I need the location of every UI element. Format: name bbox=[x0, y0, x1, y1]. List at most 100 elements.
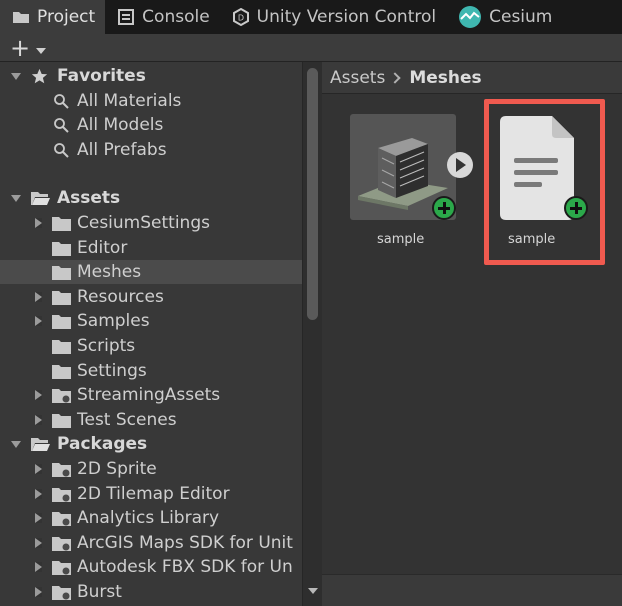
tab-project[interactable]: Project bbox=[0, 0, 106, 34]
folder-icon bbox=[52, 217, 71, 231]
package-folder-icon bbox=[52, 512, 71, 526]
tree-asset-folder[interactable]: Test Scenes bbox=[0, 408, 302, 432]
tree-asset-folder[interactable]: Scripts bbox=[0, 334, 302, 358]
tab-cesium[interactable]: Cesium bbox=[446, 0, 562, 34]
tree-favorites[interactable]: Favorites bbox=[0, 64, 302, 88]
tree-folder-label: CesiumSettings bbox=[77, 213, 210, 233]
tab-console-label: Console bbox=[142, 7, 210, 27]
tab-cesium-label: Cesium bbox=[489, 7, 553, 27]
cesium-icon bbox=[459, 6, 482, 28]
expand-arrow-icon[interactable] bbox=[35, 218, 42, 228]
search-icon bbox=[54, 118, 69, 133]
tree-asset-folder[interactable]: CesiumSettings bbox=[0, 211, 302, 235]
tab-console[interactable]: Console bbox=[105, 0, 220, 34]
expand-arrow-icon[interactable] bbox=[35, 390, 42, 400]
selection-highlight bbox=[484, 99, 605, 265]
scroll-down-icon[interactable] bbox=[308, 588, 318, 594]
chevron-down-icon[interactable] bbox=[36, 48, 46, 54]
tree-folder-label: Test Scenes bbox=[77, 410, 177, 430]
plus-icon[interactable]: + bbox=[10, 36, 30, 60]
tree-folder-label: Resources bbox=[77, 287, 164, 307]
tree-favorite-item[interactable]: All Models bbox=[0, 113, 302, 137]
tree-asset-folder[interactable]: Editor bbox=[0, 236, 302, 260]
tree-folder-label: Samples bbox=[77, 311, 150, 331]
folder-icon bbox=[13, 12, 29, 23]
folder-open-icon bbox=[31, 192, 50, 205]
tree-package-label: 2D Tilemap Editor bbox=[77, 484, 230, 504]
tree-asset-folder[interactable]: StreamingAssets bbox=[0, 383, 302, 407]
tree-scrollbar[interactable] bbox=[302, 62, 322, 606]
tree-package[interactable]: 2D Tilemap Editor bbox=[0, 482, 302, 506]
tree-favorite-label: All Models bbox=[77, 115, 164, 135]
tree-favorite-label: All Prefabs bbox=[77, 140, 167, 160]
tree-package-label: Autodesk FBX SDK for Un bbox=[77, 557, 293, 577]
expand-arrow-icon[interactable] bbox=[35, 587, 42, 597]
tree-folder-label: Settings bbox=[77, 361, 147, 381]
tree-assets-label: Assets bbox=[57, 188, 121, 208]
project-toolbar: + bbox=[0, 34, 622, 62]
tree-packages[interactable]: Packages bbox=[0, 432, 302, 456]
folder-icon bbox=[52, 242, 71, 256]
tree-assets[interactable]: Assets bbox=[0, 186, 302, 210]
tree-favorites-label: Favorites bbox=[57, 66, 146, 86]
tree-asset-folder[interactable]: Meshes bbox=[0, 260, 302, 284]
expand-arrow-icon[interactable] bbox=[11, 441, 21, 448]
tree-favorite-item[interactable]: All Prefabs bbox=[0, 138, 302, 162]
search-icon bbox=[54, 143, 69, 158]
expand-arrow-icon[interactable] bbox=[11, 195, 21, 202]
expand-arrow-icon[interactable] bbox=[35, 292, 42, 302]
folder-icon bbox=[52, 291, 71, 305]
folder-icon bbox=[52, 414, 71, 428]
package-folder-icon bbox=[52, 537, 71, 551]
tab-project-label: Project bbox=[37, 7, 96, 27]
package-folder-icon bbox=[52, 586, 71, 600]
expand-arrow-icon[interactable] bbox=[35, 316, 42, 326]
folder-icon bbox=[52, 266, 71, 280]
scrollbar-thumb[interactable] bbox=[307, 68, 318, 320]
tree-favorite-label: All Materials bbox=[77, 91, 182, 111]
tree-asset-folder[interactable]: Settings bbox=[0, 359, 302, 383]
tree-folder-label: Meshes bbox=[77, 262, 142, 282]
folder-icon bbox=[52, 365, 71, 379]
expand-arrow-icon[interactable] bbox=[35, 415, 42, 425]
expand-play-icon[interactable] bbox=[447, 152, 473, 178]
expand-arrow-icon[interactable] bbox=[35, 538, 42, 548]
asset-browser: Assets Meshes sample sample bbox=[322, 62, 622, 606]
tree-folder-label: StreamingAssets bbox=[77, 385, 221, 405]
tree-folder-label: Editor bbox=[77, 238, 128, 258]
tree-package[interactable]: Autodesk FBX SDK for Un bbox=[0, 555, 302, 579]
svg-text:D: D bbox=[238, 14, 244, 23]
breadcrumb: Assets Meshes bbox=[322, 62, 622, 94]
tab-unity-version-control-label: Unity Version Control bbox=[256, 7, 437, 27]
tab-bar: Project Console D Unity Version Control … bbox=[0, 0, 622, 34]
add-badge-icon bbox=[432, 196, 456, 220]
package-folder-icon bbox=[52, 463, 71, 477]
tree-asset-folder[interactable]: Samples bbox=[0, 309, 302, 333]
tree-package-label: Burst bbox=[77, 582, 122, 602]
expand-arrow-icon[interactable] bbox=[35, 562, 42, 572]
package-folder-icon bbox=[52, 561, 71, 575]
search-icon bbox=[54, 94, 69, 109]
asset-tile-model[interactable]: sample bbox=[350, 114, 462, 254]
expand-arrow-icon[interactable] bbox=[11, 73, 21, 80]
version-control-icon: D bbox=[232, 8, 249, 26]
tree-favorite-item[interactable]: All Materials bbox=[0, 89, 302, 113]
tree-packages-label: Packages bbox=[57, 434, 148, 454]
tree-package[interactable]: Analytics Library bbox=[0, 506, 302, 530]
tab-unity-version-control[interactable]: D Unity Version Control bbox=[220, 0, 446, 34]
breadcrumb-root[interactable]: Assets bbox=[330, 68, 385, 88]
tree-package[interactable]: 2D Sprite bbox=[0, 457, 302, 481]
expand-arrow-icon[interactable] bbox=[35, 513, 42, 523]
expand-arrow-icon[interactable] bbox=[35, 464, 42, 474]
expand-arrow-icon[interactable] bbox=[35, 489, 42, 499]
star-icon bbox=[31, 68, 48, 84]
breadcrumb-current[interactable]: Meshes bbox=[409, 68, 481, 88]
folder-open-icon bbox=[31, 438, 50, 451]
tree-package-label: Analytics Library bbox=[77, 508, 220, 528]
package-folder-icon bbox=[52, 488, 71, 502]
console-icon bbox=[118, 9, 135, 25]
special-folder-icon bbox=[52, 389, 71, 403]
tree-package[interactable]: Burst bbox=[0, 580, 302, 604]
tree-asset-folder[interactable]: Resources bbox=[0, 285, 302, 309]
tree-package[interactable]: ArcGIS Maps SDK for Unit bbox=[0, 531, 302, 555]
